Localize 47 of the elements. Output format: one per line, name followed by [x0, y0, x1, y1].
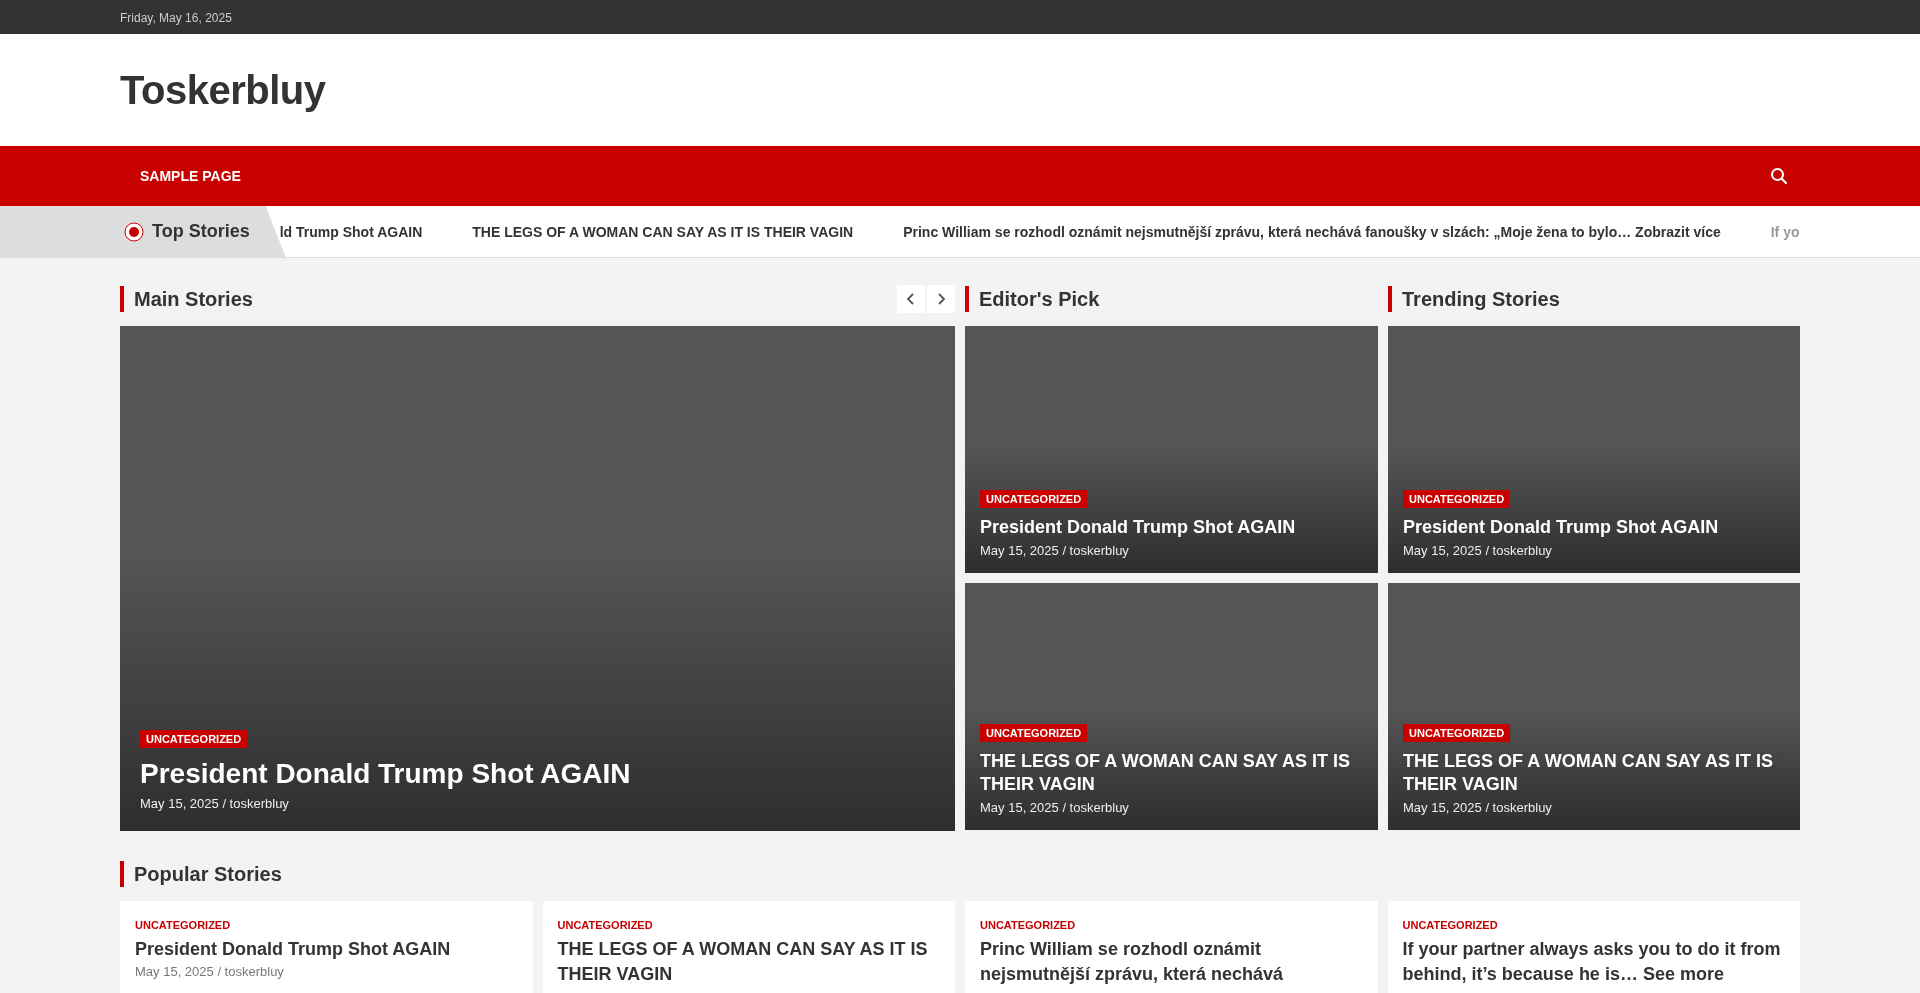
story-card[interactable]: UNCATEGORIZED THE LEGS OF A WOMAN CAN SAY AS IT IS THEIR VAGIN	[542, 901, 955, 993]
section-title: Main Stories	[120, 286, 253, 312]
story-title[interactable]: THE LEGS OF A WOMAN CAN SAY AS IT IS THEIR VAGIN	[1403, 750, 1785, 796]
section-title: Editor's Pick	[965, 286, 1100, 312]
story-title[interactable]: Princ William se rozhodl oznámit nejsmutnější zprávu, která nechává	[980, 937, 1363, 987]
story-card[interactable]: UNCATEGORIZED President Donald Trump Shot AGAIN May 15, 2025 / toskerbluy	[120, 326, 955, 831]
category-tag[interactable]: UNCATEGORIZED	[980, 490, 1088, 508]
story-title[interactable]: THE LEGS OF A WOMAN CAN SAY AS IT IS THEIR VAGIN	[557, 937, 940, 987]
search-icon[interactable]	[1770, 167, 1788, 185]
category-link[interactable]: UNCATEGORIZED	[980, 919, 1076, 931]
category-tag[interactable]: UNCATEGORIZED	[140, 730, 248, 748]
category-link[interactable]: UNCATEGORIZED	[135, 919, 231, 931]
story-title[interactable]: THE LEGS OF A WOMAN CAN SAY AS IT IS THEIR VAGIN	[980, 750, 1363, 796]
category-link[interactable]: UNCATEGORIZED	[1402, 919, 1498, 931]
story-title[interactable]: President Donald Trump Shot AGAIN	[140, 756, 935, 792]
live-dot-icon	[124, 221, 144, 242]
story-card[interactable]: UNCATEGORIZED If your partner always asks you to do it from behind, it’s because he is… See more	[1387, 901, 1800, 993]
story-meta: May 15, 2025 / toskerbluy	[1403, 543, 1553, 558]
story-title[interactable]: President Donald Trump Shot AGAIN	[1403, 516, 1785, 539]
nav-link[interactable]: SAMPLE PAGE	[120, 168, 261, 184]
story-meta: May 15, 2025 / toskerbluy	[1403, 800, 1553, 815]
next-button[interactable]	[927, 285, 955, 313]
story-title[interactable]: President Donald Trump Shot AGAIN	[980, 516, 1363, 539]
ticker-headline[interactable]: THE LEGS OF A WOMAN CAN SAY AS IT IS THEIR VAGIN	[472, 223, 854, 240]
story-meta: May 15, 2025 / toskerbluy	[980, 800, 1130, 815]
category-tag[interactable]: UNCATEGORIZED	[1403, 490, 1511, 508]
story-card[interactable]: UNCATEGORIZED President Donald Trump Shot AGAIN May 15, 2025 / toskerbluy	[1388, 326, 1800, 573]
story-card[interactable]: UNCATEGORIZED President Donald Trump Shot AGAIN May 15, 2025 / toskerbluy	[965, 326, 1378, 573]
story-card[interactable]: UNCATEGORIZED Princ William se rozhodl oznámit nejsmutnější zprávu, která nechává	[965, 901, 1378, 993]
story-meta: May 15, 2025 / toskerbluy	[140, 796, 290, 811]
section-title: Trending Stories	[1388, 286, 1560, 312]
category-link[interactable]: UNCATEGORIZED	[557, 919, 653, 931]
category-tag[interactable]: UNCATEGORIZED	[1403, 724, 1511, 742]
ticker-label: Top Stories	[152, 221, 250, 242]
story-meta: May 15, 2025 / toskerbluy	[980, 543, 1130, 558]
story-meta: May 15, 2025 / toskerbluy	[135, 964, 285, 979]
category-tag[interactable]: UNCATEGORIZED	[980, 724, 1088, 742]
story-title[interactable]: If your partner always asks you to do it from behind, it’s because he is… See more	[1402, 937, 1785, 987]
ticker-headline[interactable]: ld Trump Shot AGAIN	[279, 223, 423, 240]
section-title: Popular Stories	[120, 861, 282, 887]
story-card[interactable]: UNCATEGORIZED THE LEGS OF A WOMAN CAN SAY AS IT IS THEIR VAGIN May 15, 2025 / toskerbluy	[965, 583, 1378, 830]
story-title[interactable]: President Donald Trump Shot AGAIN	[135, 937, 518, 962]
story-card[interactable]: UNCATEGORIZED President Donald Trump Shot AGAIN May 15, 2025 / toskerbluy	[120, 901, 533, 993]
story-card[interactable]: UNCATEGORIZED THE LEGS OF A WOMAN CAN SAY AS IT IS THEIR VAGIN May 15, 2025 / toskerbluy	[1388, 583, 1800, 830]
previous-button[interactable]	[897, 285, 925, 313]
ticker-headline[interactable]: Princ William se rozhodl oznámit nejsmutnější zprávu, která nechává fanoušky v slzách: „Moje žena to bylo… Zobrazit více	[903, 223, 1721, 240]
current-date: Friday, May 16, 2025	[120, 11, 232, 25]
